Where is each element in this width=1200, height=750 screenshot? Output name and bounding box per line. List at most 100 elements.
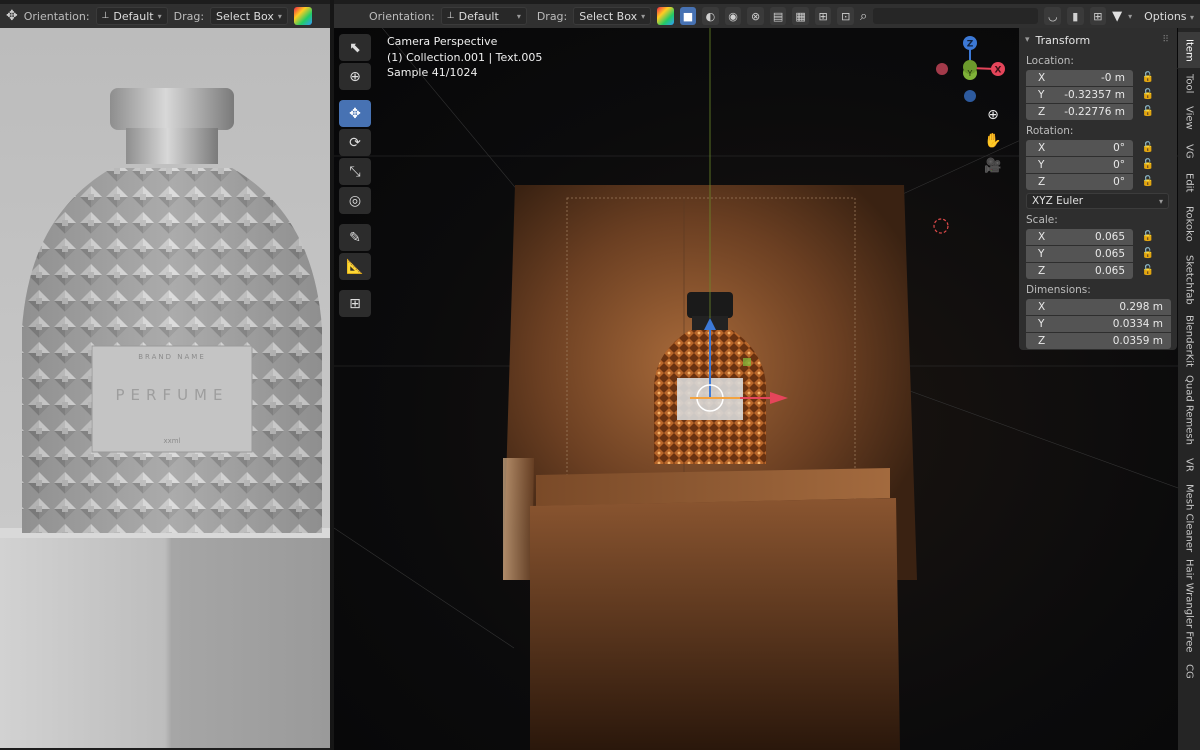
proportional-button[interactable]: ⊡: [837, 7, 854, 25]
dimensions-x-field[interactable]: X 0.298 m: [1026, 298, 1171, 315]
shading-material-button[interactable]: ◐: [702, 7, 719, 25]
transform-panel-header[interactable]: ▾ Transform ⠿: [1019, 30, 1177, 50]
rotation-x-field[interactable]: X 0°: [1026, 139, 1133, 156]
tab-cg[interactable]: CG: [1178, 656, 1200, 686]
tab-mesh-cleaner[interactable]: Mesh Cleaner: [1178, 480, 1200, 556]
scale-y-row: Y 0.065 🔓: [1019, 245, 1177, 262]
axis-label: Z: [1038, 175, 1046, 188]
lock-icon[interactable]: 🔓: [1137, 176, 1159, 187]
tab-quad-remesh[interactable]: Quad Remesh: [1178, 370, 1200, 450]
scale-z-field[interactable]: Z 0.065: [1026, 262, 1133, 279]
orientation-dropdown[interactable]: ⊥ Default ▾: [95, 7, 168, 25]
lock-icon[interactable]: 🔓: [1137, 106, 1159, 117]
tab-blenderkit[interactable]: BlenderKit: [1178, 312, 1200, 370]
active-object-text: (1) Collection.001 | Text.005: [387, 50, 543, 64]
zoom-icon[interactable]: ⊕: [982, 104, 1004, 126]
drag-handle-icon[interactable]: ⠿: [1162, 35, 1169, 45]
snap-button[interactable]: ⊞: [814, 7, 832, 25]
chevron-down-icon: ▾: [157, 11, 162, 21]
dimensions-x-value: 0.298 m: [1119, 300, 1163, 313]
tab-sketchfab[interactable]: Sketchfab: [1178, 248, 1200, 312]
rotation-y-row: Y 0° 🔓: [1019, 156, 1177, 173]
scale-x-row: X 0.065 🔓: [1019, 228, 1177, 245]
camera-view-icon[interactable]: 🎥: [982, 155, 1004, 177]
tab-view[interactable]: View: [1178, 100, 1200, 136]
shading-solid-button[interactable]: ■: [679, 7, 697, 25]
cursor-tool-button[interactable]: ⊕: [339, 63, 371, 90]
left-viewport-solid[interactable]: BRAND NAME PERFUME xxml: [0, 28, 330, 748]
overlay-button[interactable]: ▤: [769, 7, 787, 25]
lock-icon[interactable]: 🔓: [1137, 231, 1159, 242]
orientation-dropdown[interactable]: ⊥ Default ▾: [440, 7, 527, 25]
navigation-gizmo[interactable]: Z Y X: [934, 34, 1014, 104]
drag-dropdown[interactable]: Select Box ▾: [573, 7, 652, 25]
tab-label: Sketchfab: [1183, 255, 1195, 305]
tab-vr[interactable]: VR: [1178, 450, 1200, 480]
tab-label: Hair Wrangler Free: [1183, 559, 1195, 653]
location-y-row: Y -0.32357 m 🔓: [1019, 86, 1177, 103]
left-viewport-header: ✥ Orientation: ⊥ Default ▾ Drag: Select …: [0, 4, 330, 28]
location-z-row: Z -0.22776 m 🔓: [1019, 103, 1177, 120]
pan-hand-icon[interactable]: ✋: [982, 130, 1004, 152]
dimensions-z-field[interactable]: Z 0.0359 m: [1026, 332, 1171, 349]
tab-item[interactable]: Item: [1178, 32, 1200, 68]
lock-icon[interactable]: 🔓: [1137, 142, 1159, 153]
orientation-value: Default: [458, 9, 499, 23]
lock-icon[interactable]: 🔓: [1137, 89, 1159, 100]
rotation-mode-dropdown[interactable]: XYZ Euler ▾: [1026, 193, 1169, 209]
tab-edit[interactable]: Edit: [1178, 166, 1200, 200]
viewport-info: Camera Perspective (1) Collection.001 | …: [387, 34, 542, 81]
rotate-tool-button[interactable]: ⟳: [339, 129, 371, 156]
location-z-field[interactable]: Z -0.22776 m: [1026, 103, 1133, 120]
lock-icon[interactable]: 🔓: [1137, 248, 1159, 259]
lock-icon[interactable]: 🔓: [1137, 265, 1159, 276]
shading-wireframe-button[interactable]: ⊗: [747, 7, 764, 25]
chevron-down-icon: ▾: [277, 11, 282, 21]
rotation-z-field[interactable]: Z 0°: [1026, 173, 1133, 190]
dimensions-y-field[interactable]: Y 0.0334 m: [1026, 315, 1171, 332]
expand-icon[interactable]: ◡: [1044, 7, 1062, 25]
lock-icon[interactable]: 🔓: [1137, 72, 1159, 83]
tab-label: Mesh Cleaner: [1183, 483, 1195, 553]
measure-tool-button[interactable]: 📐: [339, 253, 371, 280]
filter-icon[interactable]: ▼: [1112, 9, 1122, 24]
search-icon[interactable]: ⌕: [860, 9, 867, 24]
scale-tool-button[interactable]: ⤡: [339, 158, 371, 185]
location-y-field[interactable]: Y -0.32357 m: [1026, 86, 1133, 103]
location-x-field[interactable]: X -0 m: [1026, 69, 1133, 86]
move-tool-button[interactable]: ✥: [339, 100, 371, 127]
add-cube-tool-button[interactable]: ⊞: [339, 290, 371, 317]
tab-hair-wrangler-free[interactable]: Hair Wrangler Free: [1178, 556, 1200, 656]
tab-tool[interactable]: Tool: [1178, 68, 1200, 100]
options-menu[interactable]: Options ▾: [1144, 10, 1194, 23]
chevron-down-icon: ▾: [1025, 35, 1030, 45]
view-mode-text: Camera Perspective: [387, 35, 498, 48]
xray-button[interactable]: ▦: [792, 7, 809, 25]
drag-value: Select Box: [579, 9, 638, 23]
scale-y-field[interactable]: Y 0.065: [1026, 245, 1133, 262]
shading-rendered-button[interactable]: ◉: [724, 7, 742, 25]
axis-label: Y: [1038, 247, 1045, 260]
transform-tool-button[interactable]: ◎: [339, 187, 371, 214]
tab-vg[interactable]: VG: [1178, 136, 1200, 166]
orientation-label: Orientation:: [368, 9, 435, 23]
rotation-x-value: 0°: [1113, 141, 1125, 154]
shading-color-icon[interactable]: [657, 7, 674, 25]
bookmark-icon[interactable]: ▮: [1067, 7, 1084, 25]
select-tool-button[interactable]: ⬉: [339, 34, 371, 61]
shading-color-icon[interactable]: [293, 7, 312, 25]
lock-icon[interactable]: 🔓: [1137, 159, 1159, 170]
tab-rokoko[interactable]: Rokoko: [1178, 200, 1200, 248]
dimensions-y-row: Y 0.0334 m: [1019, 315, 1177, 332]
search-bar[interactable]: [873, 8, 1039, 24]
layout-icon[interactable]: ⊞: [1089, 7, 1107, 25]
annotate-tool-button[interactable]: ✎: [339, 224, 371, 251]
location-x-value: -0 m: [1100, 71, 1125, 84]
rotation-y-field[interactable]: Y 0°: [1026, 156, 1133, 173]
drag-dropdown[interactable]: Select Box ▾: [210, 7, 288, 25]
scale-x-field[interactable]: X 0.065: [1026, 228, 1133, 245]
transform-pivot-icon[interactable]: ✥: [6, 8, 18, 24]
tool-gap: [339, 92, 373, 98]
rotation-z-value: 0°: [1113, 175, 1125, 188]
transform-panel: ▾ Transform ⠿ Location: X -0 m 🔓 Y -0.3235…: [1019, 28, 1177, 350]
